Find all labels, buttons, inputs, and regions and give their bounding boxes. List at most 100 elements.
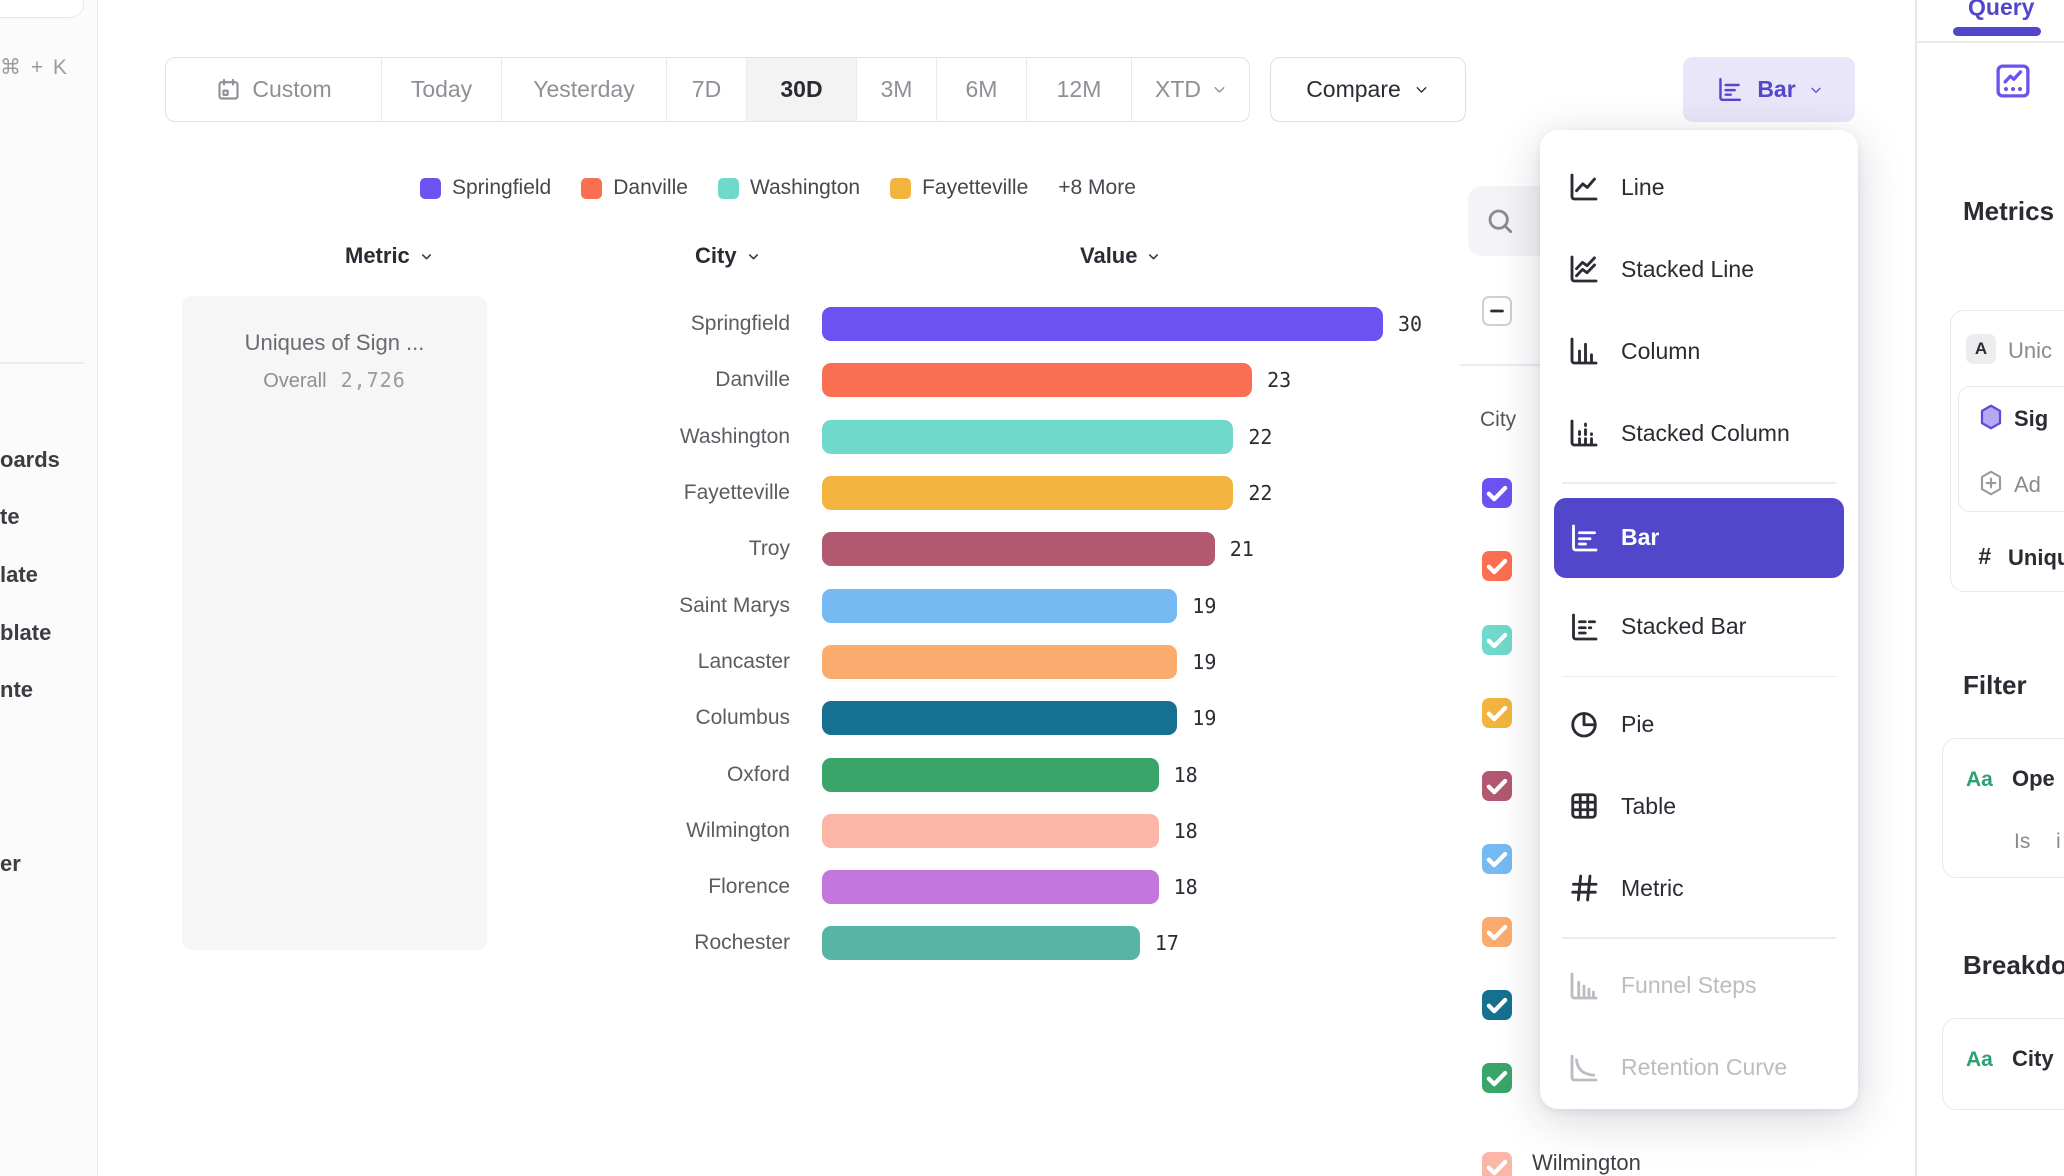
filter-operator-label[interactable]: Is	[2014, 830, 2030, 854]
bar[interactable]	[822, 926, 1140, 960]
breakdown-checkbox[interactable]	[1482, 478, 1512, 508]
menu-item-stacked-column[interactable]: Stacked Column	[1554, 400, 1844, 466]
legend-item-danville[interactable]: Danville	[581, 176, 688, 200]
left-sidebar: ⌘ + K oards te late blate nte er	[0, 0, 98, 1176]
menu-item-stacked-line[interactable]: Stacked Line	[1554, 236, 1844, 302]
bar[interactable]	[822, 589, 1177, 623]
filter-value-label[interactable]: i	[2056, 830, 2061, 854]
sidebar-item[interactable]: nte	[0, 677, 33, 703]
tab-active-indicator	[1953, 27, 2041, 36]
metrics-heading: Metrics	[1963, 196, 2054, 227]
event-name-label[interactable]: Sig	[2014, 406, 2048, 432]
bar[interactable]	[822, 476, 1233, 510]
metric-summary-card[interactable]: Uniques of Sign ... Overall 2,726	[182, 296, 487, 950]
bar-row-columbus: Columbus19	[600, 690, 1422, 746]
sidebar-item[interactable]: oards	[0, 447, 60, 473]
sidebar-divider	[0, 362, 84, 364]
filter-property-label[interactable]: Ope	[2012, 766, 2055, 792]
breakdown-checkbox[interactable]	[1482, 551, 1512, 581]
sidebar-item[interactable]: blate	[0, 620, 51, 646]
legend-item-springfield[interactable]: Springfield	[420, 176, 551, 200]
sidebar-search-box[interactable]	[0, 0, 84, 18]
bar-value-label: 19	[1192, 594, 1216, 618]
bar[interactable]	[822, 420, 1233, 454]
menu-item-pie[interactable]: Pie	[1554, 691, 1844, 757]
breakdown-checkbox[interactable]	[1482, 1152, 1512, 1176]
menu-item-bar[interactable]: Bar	[1554, 498, 1844, 578]
chart-type-button[interactable]: Bar	[1683, 57, 1855, 122]
breakdown-checkbox[interactable]	[1482, 917, 1512, 947]
bar[interactable]	[822, 758, 1159, 792]
legend-swatch	[890, 178, 911, 199]
bar[interactable]	[822, 701, 1177, 735]
bar-value-label: 18	[1174, 875, 1198, 899]
add-event-icon[interactable]	[1976, 468, 2006, 498]
filter-card[interactable]	[1942, 738, 2064, 878]
date-range-xtd[interactable]: XTD	[1131, 58, 1250, 121]
bar-row-saint-marys: Saint Marys19	[600, 577, 1422, 633]
bar-row-wilmington: Wilmington18	[600, 803, 1422, 859]
breakdown-checkbox[interactable]	[1482, 990, 1512, 1020]
menu-item-table[interactable]: Table	[1554, 773, 1844, 839]
add-event-label[interactable]: Ad	[2014, 472, 2041, 498]
bar[interactable]	[822, 645, 1177, 679]
check-icon	[1482, 1063, 1512, 1093]
formula-name-label[interactable]: Uniqu	[2008, 545, 2064, 571]
breakdown-property-label[interactable]: City	[2012, 1046, 2054, 1072]
menu-item-metric[interactable]: Metric	[1554, 855, 1844, 921]
date-range-today[interactable]: Today	[381, 58, 501, 121]
column-header-metric[interactable]: Metric	[345, 243, 434, 269]
bar[interactable]	[822, 870, 1159, 904]
column-header-city[interactable]: City	[695, 243, 761, 269]
bar[interactable]	[822, 307, 1383, 341]
date-range-12m[interactable]: 12M	[1026, 58, 1131, 121]
legend-more-label[interactable]: +8 More	[1058, 176, 1136, 200]
sidebar-item[interactable]: er	[0, 851, 21, 877]
keyboard-shortcut-hint: ⌘ + K	[0, 55, 69, 80]
chevron-down-icon	[1211, 81, 1228, 98]
breakdown-checkbox[interactable]	[1482, 1063, 1512, 1093]
insights-chart-icon[interactable]	[1992, 60, 2034, 102]
tab-query[interactable]: Query	[1968, 0, 2034, 21]
check-icon	[1482, 698, 1512, 728]
breakdown-checkbox[interactable]	[1482, 771, 1512, 801]
metric-name-label: Unic	[2008, 338, 2052, 364]
bar-category-label: Florence	[600, 875, 790, 899]
breakdown-checkbox[interactable]	[1482, 844, 1512, 874]
breakdown-checkbox[interactable]	[1482, 698, 1512, 728]
compare-button[interactable]: Compare	[1270, 57, 1466, 122]
column-icon	[1566, 333, 1602, 369]
bar-value-label: 23	[1267, 368, 1291, 392]
menu-item-line[interactable]: Line	[1554, 154, 1844, 220]
check-icon	[1482, 990, 1512, 1020]
bar[interactable]	[822, 532, 1215, 566]
select-all-checkbox[interactable]	[1482, 296, 1512, 326]
column-header-value[interactable]: Value	[1080, 243, 1161, 269]
menu-item-stacked-bar[interactable]: Stacked Bar	[1554, 594, 1844, 660]
date-range-30d[interactable]: 30D	[746, 58, 856, 121]
string-type-badge: Aa	[1966, 1048, 1993, 1072]
chart-legend: Springfield Danville Washington Fayettevill…	[420, 176, 1136, 200]
date-range-yesterday[interactable]: Yesterday	[501, 58, 666, 121]
breakdown-checkbox[interactable]	[1482, 625, 1512, 655]
date-range-custom[interactable]: Custom	[166, 58, 381, 121]
event-card[interactable]	[1958, 386, 2064, 512]
bar-category-label: Columbus	[600, 706, 790, 730]
bar[interactable]	[822, 363, 1252, 397]
line-icon	[1566, 169, 1602, 205]
chevron-down-icon	[419, 249, 434, 264]
legend-item-washington[interactable]: Washington	[718, 176, 860, 200]
sidebar-item[interactable]: late	[0, 562, 38, 588]
search-icon	[1484, 205, 1516, 237]
date-range-6m[interactable]: 6M	[936, 58, 1026, 121]
date-range-3m[interactable]: 3M	[856, 58, 936, 121]
menu-item-column[interactable]: Column	[1554, 318, 1844, 384]
legend-item-fayetteville[interactable]: Fayetteville	[890, 176, 1028, 200]
date-range-7d[interactable]: 7D	[666, 58, 746, 121]
filter-heading: Filter	[1963, 670, 2027, 701]
sidebar-item[interactable]: te	[0, 504, 20, 530]
calendar-icon	[215, 76, 242, 103]
menu-item-funnel-steps: Funnel Steps	[1554, 953, 1844, 1019]
bar[interactable]	[822, 814, 1159, 848]
bar-row-rochester: Rochester17	[600, 915, 1422, 971]
